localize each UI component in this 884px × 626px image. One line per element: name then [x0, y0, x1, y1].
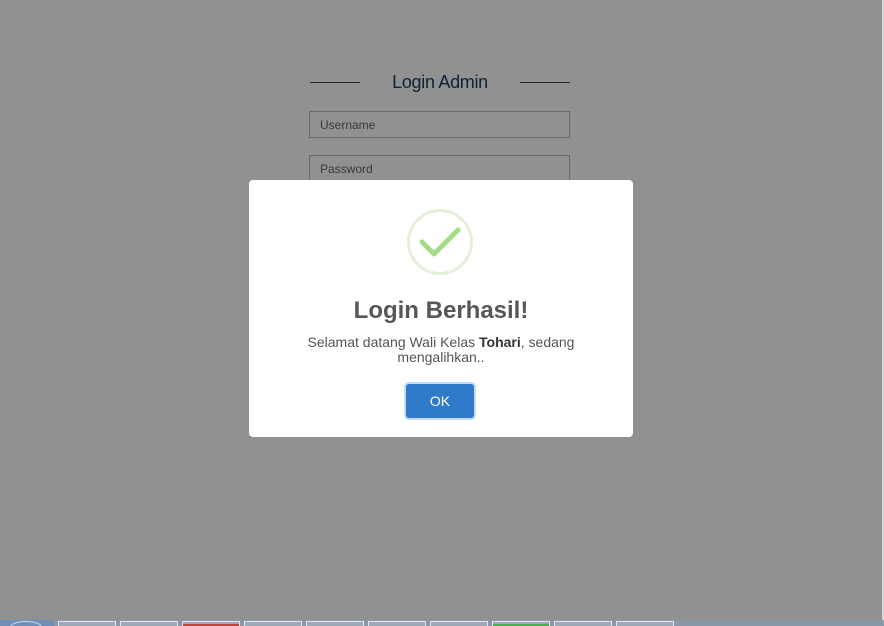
taskbar-item[interactable] — [182, 621, 240, 626]
ok-button[interactable]: OK — [406, 384, 474, 418]
taskbar-item[interactable] — [616, 621, 674, 626]
message-prefix: Selamat datang Wali Kelas — [307, 334, 479, 350]
start-button[interactable] — [0, 620, 54, 626]
taskbar-item[interactable] — [120, 621, 178, 626]
taskbar-item[interactable] — [244, 621, 302, 626]
dialog-title: Login Berhasil! — [353, 297, 529, 324]
taskbar-item[interactable] — [368, 621, 426, 626]
dialog-message: Selamat datang Wali Kelas Tohari, sedang… — [301, 335, 581, 365]
taskbar-item[interactable] — [554, 621, 612, 626]
taskbar-item[interactable] — [58, 621, 116, 626]
success-dialog: Login Berhasil! Selamat datang Wali Kela… — [249, 180, 633, 437]
taskbar — [0, 620, 884, 626]
success-check-icon — [407, 209, 473, 275]
taskbar-item[interactable] — [430, 621, 488, 626]
taskbar-item[interactable] — [306, 621, 364, 626]
teacher-name: Tohari — [479, 334, 521, 350]
taskbar-item[interactable] — [492, 621, 550, 626]
